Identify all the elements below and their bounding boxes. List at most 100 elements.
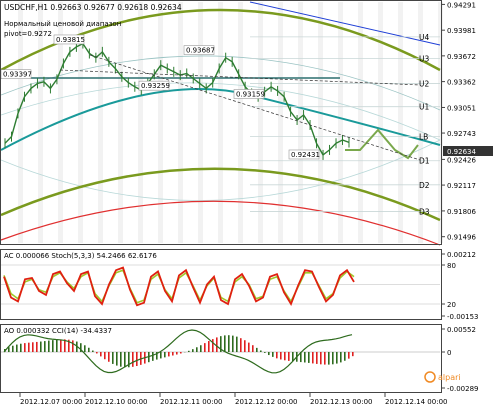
- stoch-tick-label: 0.00212: [447, 251, 476, 259]
- ao-bar: [168, 352, 170, 356]
- ao-bar: [316, 352, 318, 364]
- ao-bar: [120, 352, 122, 367]
- ao-bar: [188, 351, 190, 352]
- ao-bar: [176, 352, 178, 355]
- ao-bar: [344, 352, 346, 361]
- ao-bar: [328, 352, 330, 365]
- time-tick-label: 2012.12.14 00:00: [385, 398, 447, 406]
- ao-bar: [320, 352, 322, 364]
- pivot-label: D2: [419, 181, 430, 190]
- time-tick-label: 2012.12.13 00:00: [310, 398, 372, 406]
- stoch-tick-label: 80: [447, 262, 456, 270]
- ao-bar: [284, 352, 286, 360]
- ao-bar: [204, 343, 206, 352]
- ao-bar: [164, 352, 166, 357]
- ao-bar: [212, 339, 214, 352]
- ao-bar: [16, 345, 18, 352]
- ao-bar: [20, 344, 22, 352]
- ao-bar: [64, 339, 66, 352]
- pivot-label: D1: [419, 157, 430, 166]
- ao-bar: [196, 347, 198, 352]
- ao-bar: [88, 348, 90, 352]
- price-annotation: 0.93815: [56, 36, 85, 44]
- ao-bar: [72, 340, 74, 352]
- price-tick-label: 0.93051: [447, 104, 476, 112]
- ao-bar: [268, 352, 270, 355]
- ao-bar: [332, 352, 334, 364]
- ao-bar: [124, 352, 126, 367]
- current-price-tag: 0.92634: [443, 146, 493, 156]
- ao-bar: [116, 352, 118, 366]
- ao-bar: [172, 352, 174, 356]
- price-tick-label: 0.93981: [447, 27, 476, 35]
- ao-bar: [132, 352, 134, 367]
- time-tick-label: 2012.12.10 00:00: [85, 398, 147, 406]
- price-annotation: 0.93159: [236, 90, 265, 98]
- ao-bar: [240, 338, 242, 352]
- ao-bar: [256, 348, 258, 352]
- ao-bar: [308, 352, 310, 363]
- ao-bar: [104, 352, 106, 359]
- price-annotation: 0.92431: [291, 151, 320, 159]
- pivot-label: D3: [419, 207, 430, 216]
- ao-bar: [312, 352, 314, 363]
- range-subtitle: Нормальный ценовой диапазон: [4, 20, 121, 28]
- ao-bar: [100, 352, 102, 356]
- ao-bar: [352, 352, 354, 356]
- ao-bar: [272, 352, 274, 357]
- ao-bar: [84, 345, 86, 352]
- ao-bar: [92, 351, 94, 352]
- ao-bar: [304, 352, 306, 362]
- stoch-tick-label: -0.00153: [447, 313, 478, 321]
- session-band: [378, 2, 383, 243]
- usdchf-h1-chart: U4U3U2U1LBD1D2D3 0.938150.936870.933970.…: [0, 0, 500, 408]
- price-tick-label: 0.94291: [447, 1, 476, 9]
- ao-bar: [36, 342, 38, 352]
- ao-bar: [208, 341, 210, 352]
- session-band: [238, 2, 243, 243]
- ao-bar: [216, 337, 218, 352]
- symbol-header: USDCHF,H1 0.92663 0.92677 0.92618 0.9263…: [4, 3, 182, 12]
- ao-bar: [108, 352, 110, 362]
- ao-bar: [228, 335, 230, 352]
- ao-bar: [248, 343, 250, 352]
- price-tick-label: 0.92743: [447, 130, 476, 138]
- session-band: [318, 2, 323, 243]
- ao-bar: [136, 352, 138, 366]
- ao-bar: [324, 352, 326, 365]
- stoch-tick-label: 20: [447, 301, 456, 309]
- price-tick-label: 0.92426: [447, 156, 476, 164]
- ao-bar: [160, 352, 162, 358]
- price-tick-label: 0.92117: [447, 182, 476, 190]
- ao-bar: [200, 345, 202, 352]
- ao-bar: [336, 352, 338, 364]
- time-tick-label: 2012.12.12 00:00: [235, 398, 297, 406]
- session-band: [98, 2, 103, 243]
- price-annotation: 0.93687: [186, 47, 215, 55]
- time-tick-label: 2012.12.07 00:00: [20, 398, 82, 406]
- ao-bar: [12, 346, 14, 352]
- session-band: [258, 2, 263, 243]
- price-tick-label: 0.91496: [447, 234, 476, 242]
- ao-bar: [56, 340, 58, 352]
- ao-bar: [224, 335, 226, 352]
- pivot-label: U3: [419, 55, 429, 64]
- pivot-label: U2: [419, 79, 429, 88]
- ao-bar: [44, 341, 46, 352]
- session-band: [278, 2, 283, 243]
- session-band: [158, 2, 163, 243]
- session-band: [198, 2, 203, 243]
- session-band: [118, 2, 123, 243]
- session-band: [38, 2, 43, 243]
- current-price-label: 0.92634: [447, 148, 476, 156]
- ao-bar: [244, 340, 246, 352]
- ao-bar: [192, 349, 194, 352]
- ao-bar: [232, 336, 234, 352]
- stoch-panel-label: AC 0.000066 Stoch(5,3,3) 54.2466 62.6176: [4, 252, 157, 260]
- pivot-label: U4: [419, 33, 429, 42]
- ao-bar: [152, 352, 154, 361]
- ao-bar: [276, 352, 278, 358]
- session-band: [218, 2, 223, 243]
- price-annotation: 0.93259: [141, 82, 170, 90]
- session-band: [138, 2, 143, 243]
